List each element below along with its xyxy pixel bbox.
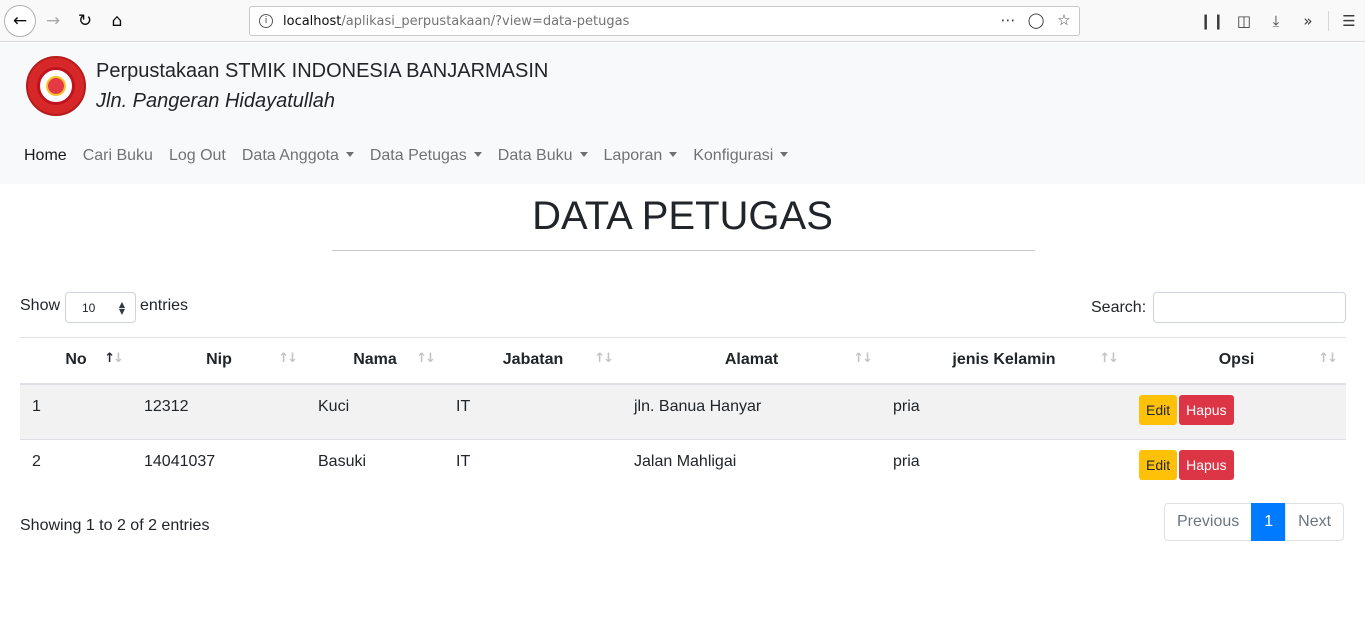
sort-icon: ↑↓ [1099,351,1119,366]
edit-button[interactable]: Edit [1139,450,1178,480]
cell-nama: Basuki [306,439,444,496]
sort-icon: ↑↓ [853,351,873,366]
search-label: Search: [1091,299,1147,316]
cell-jabatan: IT [444,439,622,496]
menu-icon[interactable]: ☰ [1333,12,1365,30]
home-icon[interactable]: ⌂ [102,6,132,36]
title-divider [332,250,1035,251]
nav-konfigurasi[interactable]: Konfigurasi [685,143,796,169]
delete-button[interactable]: Hapus [1179,394,1234,425]
cell-nip: 14041037 [132,439,306,496]
download-icon[interactable]: ⤓ [1260,12,1292,30]
cell-nama: Kuci [306,383,444,440]
next-button[interactable]: Next [1285,503,1345,541]
sort-icon: ↑↓ [278,351,298,366]
col-header-alamat[interactable]: Alamat ↑↓ [622,337,881,385]
back-icon[interactable]: ← [4,5,36,37]
entries-select[interactable]: 10 ▲ ▼ [65,292,136,323]
entries-label: entries [140,297,189,314]
cell-no: 1 [20,383,132,440]
stmik-logo [26,56,86,116]
cell-jenis-kelamin: pria [881,439,1127,496]
reload-icon[interactable]: ↻ [70,6,100,36]
col-header-jabatan[interactable]: Jabatan ↑↓ [444,337,622,385]
entries-value: 10 [82,300,96,315]
forward-icon[interactable]: → [38,6,68,36]
address-bar[interactable]: i localhost/aplikasi_perpustakaan/?view=… [249,6,1080,36]
cell-jenis-kelamin: pria [881,383,1127,440]
search-input[interactable] [1153,292,1346,323]
table-row: 2 14041037 Basuki IT Jalan Mahligai pria… [20,439,1346,496]
nav-laporan[interactable]: Laporan [596,143,686,169]
sort-icon: ↑↓ [1318,351,1338,366]
page-1-button[interactable]: 1 [1251,503,1287,541]
cell-alamat: Jalan Mahligai [622,439,881,496]
site-header: Perpustakaan STMIK INDONESIA BANJARMASIN… [0,43,1365,184]
cell-no: 2 [20,439,132,496]
sidebar-icon[interactable]: ◫ [1228,12,1260,30]
main-nav: Home Cari Buku Log Out Data Anggota Data… [16,143,796,169]
dropdown-caret-icon [669,152,678,157]
page-title: DATA PETUGAS [532,194,833,238]
pocket-icon[interactable]: ◯ [1027,11,1045,29]
dropdown-caret-icon [780,152,789,157]
site-title: Perpustakaan STMIK INDONESIA BANJARMASIN [96,60,549,82]
table-row: 1 12312 Kuci IT jln. Banua Hanyar pria E… [20,383,1346,440]
nav-data-petugas[interactable]: Data Petugas [362,143,490,169]
site-info-icon[interactable]: i [259,14,273,28]
cell-opsi: Edit Hapus [1127,383,1346,440]
dropdown-caret-icon [345,152,354,157]
page-actions-icon[interactable]: ⋯ [999,11,1017,29]
sort-icon: ↑↓ [594,351,614,366]
nav-data-anggota[interactable]: Data Anggota [234,143,362,169]
nav-data-buku[interactable]: Data Buku [490,143,596,169]
delete-button[interactable]: Hapus [1179,450,1234,480]
cell-alamat: jln. Banua Hanyar [622,383,881,440]
pagination: Previous 1 Next [1164,503,1345,541]
browser-toolbar: ← → ↻ ⌂ i localhost/aplikasi_perpustakaa… [0,0,1365,42]
nav-log-out[interactable]: Log Out [161,143,234,169]
col-header-nip[interactable]: Nip ↑↓ [132,337,306,385]
cell-opsi: Edit Hapus [1127,439,1346,496]
nav-cari-buku[interactable]: Cari Buku [75,143,161,169]
previous-button[interactable]: Previous [1164,503,1253,541]
petugas-table: No ↑↓ Nip ↑↓ Nama ↑↓ Jabatan ↑↓ Alamat ↑↓ jen… [20,337,1346,496]
sort-icon: ↑↓ [416,351,436,366]
col-header-opsi[interactable]: Opsi ↑↓ [1127,337,1346,385]
col-header-no[interactable]: No ↑↓ [20,337,132,385]
library-icon[interactable]: ❙❙ [1196,12,1228,30]
select-arrows-icon: ▲ ▼ [118,300,125,316]
cell-nip: 12312 [132,383,306,440]
dropdown-caret-icon [579,152,588,157]
show-label: Show [20,297,61,314]
site-subtitle: Jln. Pangeran Hidayatullah [96,90,336,112]
bookmark-star-icon[interactable]: ☆ [1055,11,1073,29]
table-info: Showing 1 to 2 of 2 entries [20,517,210,534]
sort-icon: ↑↓ [104,351,124,366]
overflow-icon[interactable]: » [1292,12,1324,30]
cell-jabatan: IT [444,383,622,440]
url-text[interactable]: localhost/aplikasi_perpustakaan/?view=da… [283,14,629,29]
dropdown-caret-icon [473,152,482,157]
col-header-jenis-kelamin[interactable]: jenis Kelamin ↑↓ [881,337,1127,385]
nav-home[interactable]: Home [16,143,75,169]
col-header-nama[interactable]: Nama ↑↓ [306,337,444,385]
edit-button[interactable]: Edit [1139,394,1178,425]
